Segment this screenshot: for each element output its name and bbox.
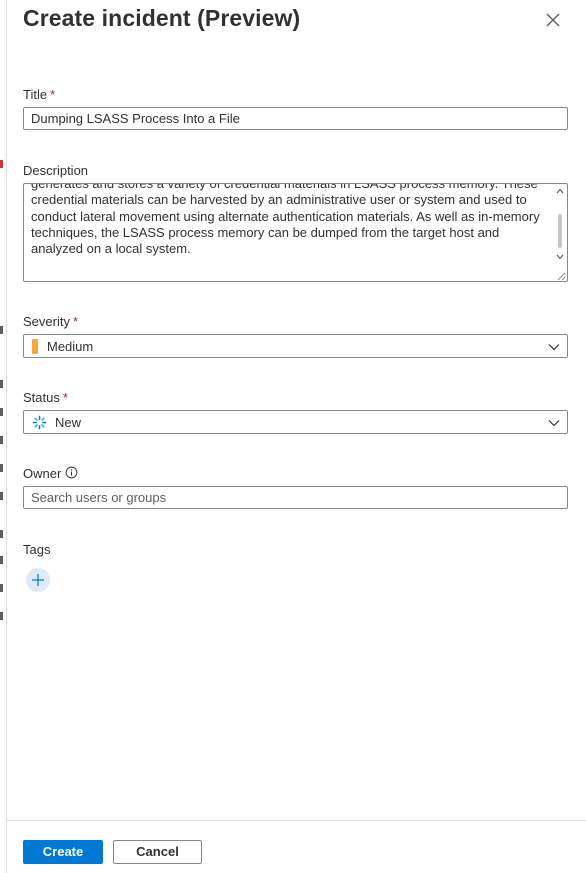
plus-icon [32,574,44,586]
close-button[interactable] [541,8,565,32]
title-label: Title * [23,87,55,102]
title-input[interactable] [23,107,568,130]
background-mark [0,436,3,444]
description-line: credential materials can be harvested by… [31,192,527,208]
background-mark [0,556,3,564]
status-label-text: Status [23,390,60,405]
required-marker: * [72,314,79,329]
create-button[interactable]: Create [23,840,103,864]
description-scrollbar[interactable] [553,184,567,266]
status-dropdown[interactable]: New [23,410,568,434]
severity-dropdown[interactable]: Medium [23,334,568,358]
create-incident-panel: Create incident (Preview) Title* Descrip… [6,0,586,873]
severity-color-indicator [32,339,38,354]
required-marker: * [50,87,56,102]
description-line: conduct lateral movement using alternate… [31,208,540,224]
severity-value: Medium [47,339,94,354]
resize-grip-icon[interactable] [554,268,566,281]
chevron-down-icon [548,420,560,427]
scroll-up-icon[interactable] [556,186,564,196]
background-mark [0,492,3,500]
tags-label: Tags [23,542,51,557]
footer-divider [7,820,586,821]
scrollbar-thumb[interactable] [558,214,562,248]
new-status-spinner-icon [32,415,47,430]
description-label: Description [23,163,89,178]
description-text: generates and stores a variety of creden… [31,183,546,257]
owner-search-input[interactable] [23,486,568,509]
panel-title: Create incident (Preview) [23,5,301,31]
scroll-down-icon[interactable] [556,252,564,262]
background-mark [0,612,3,620]
title-label-text: Title [23,87,48,102]
owner-label: Owner [23,466,62,481]
chevron-down-icon [548,344,560,351]
background-mark [0,584,3,592]
description-line: generates and stores a variety of creden… [31,183,538,191]
description-line: analyzed on a local system. [31,241,191,257]
info-icon[interactable] [65,466,78,479]
background-mark [0,160,3,168]
background-mark [0,380,3,388]
close-icon [546,13,560,27]
background-mark [0,464,3,472]
background-mark [0,326,3,334]
background-mark [0,530,3,538]
add-tag-button[interactable] [26,568,50,592]
description-line: techniques, the LSASS process memory can… [31,224,500,240]
background-mark [0,408,3,416]
required-marker: * [62,390,68,405]
description-textarea[interactable]: generates and stores a variety of creden… [23,183,568,282]
cancel-button[interactable]: Cancel [113,840,202,864]
severity-label: Severity * [23,314,78,329]
severity-label-text: Severity [23,314,70,329]
status-value: New [55,415,82,430]
status-label: Status * [23,390,68,405]
